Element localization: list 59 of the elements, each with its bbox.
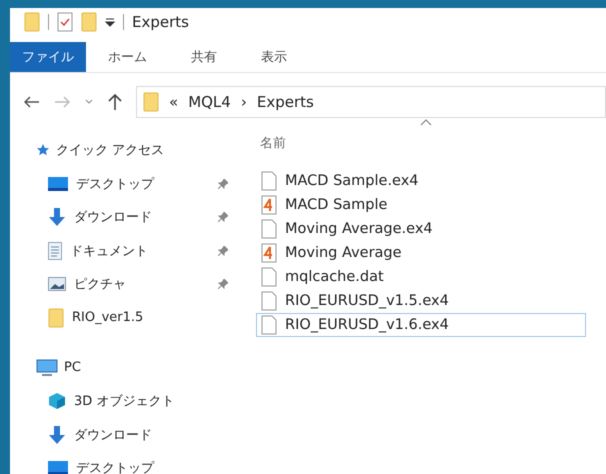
- picture-icon: [48, 277, 66, 292]
- folder-icon: [143, 92, 159, 112]
- folder-icon: [48, 308, 64, 328]
- nav-item[interactable]: RIO_ver1.5: [36, 301, 240, 334]
- monitor-icon: [48, 461, 68, 474]
- file-row[interactable]: mqlcache.dat: [256, 265, 586, 289]
- forward-icon[interactable]: [54, 96, 70, 108]
- down-arrow-icon: [48, 208, 66, 226]
- file-row[interactable]: Moving Average.ex4: [256, 217, 586, 241]
- back-icon[interactable]: [24, 96, 40, 108]
- folder-icon: [81, 12, 97, 32]
- ribbon-tab[interactable]: ホーム: [86, 42, 169, 72]
- file-icon: [261, 267, 277, 287]
- nav-item[interactable]: ドキュメント: [36, 234, 240, 268]
- file-icon: [261, 171, 277, 191]
- dropdown-icon[interactable]: [105, 17, 115, 27]
- breadcrumb[interactable]: «: [169, 93, 178, 111]
- checklist-icon[interactable]: [57, 12, 73, 32]
- file-icon: [261, 291, 277, 311]
- pin-icon[interactable]: [218, 212, 228, 222]
- nav-item[interactable]: クイック アクセス: [36, 137, 240, 163]
- column-header[interactable]: 名前: [256, 131, 606, 155]
- nav-item[interactable]: PC: [36, 354, 240, 380]
- file-row[interactable]: MACD Sample.ex4: [256, 169, 586, 193]
- pin-icon[interactable]: [218, 246, 228, 256]
- nav-item[interactable]: ダウンロード: [36, 200, 240, 234]
- file-row[interactable]: RIO_EURUSD_v1.5.ex4: [256, 289, 586, 313]
- breadcrumb[interactable]: Experts: [256, 93, 314, 111]
- ribbon-tab[interactable]: 共有: [169, 42, 239, 72]
- file-row[interactable]: MACD Sample: [256, 193, 586, 217]
- nav-item[interactable]: ピクチャ: [36, 268, 240, 301]
- star-icon: [36, 143, 50, 157]
- up-arrow-icon[interactable]: [108, 94, 122, 110]
- nav-item[interactable]: 3D オブジェクト: [36, 384, 240, 418]
- nav-item[interactable]: デスクトップ: [36, 452, 240, 474]
- window-title: Experts: [132, 13, 189, 31]
- source-file-icon: [261, 243, 277, 263]
- cube-icon: [48, 392, 66, 410]
- file-row[interactable]: Moving Average: [256, 241, 586, 265]
- nav-item[interactable]: ダウンロード: [36, 418, 240, 452]
- down-arrow-icon: [48, 426, 66, 444]
- computer-icon: [36, 358, 58, 376]
- monitor-icon: [48, 176, 68, 191]
- address-bar[interactable]: « MQL4 › Experts: [136, 86, 606, 118]
- chevron-down-icon[interactable]: [84, 98, 94, 106]
- ribbon-tab[interactable]: ファイル: [10, 42, 86, 72]
- file-icon: [261, 219, 277, 239]
- file-icon: [261, 315, 277, 335]
- breadcrumb[interactable]: MQL4: [188, 93, 231, 111]
- file-row[interactable]: RIO_EURUSD_v1.6.ex4: [256, 313, 586, 337]
- breadcrumb[interactable]: ›: [240, 93, 247, 111]
- folder-icon: [24, 12, 40, 32]
- pin-icon[interactable]: [218, 178, 228, 189]
- sort-caret-icon: [420, 119, 432, 126]
- ribbon-tab[interactable]: 表示: [239, 42, 309, 72]
- source-file-icon: [261, 195, 277, 215]
- nav-item[interactable]: デスクトップ: [36, 167, 240, 200]
- document-icon: [48, 242, 62, 260]
- pin-icon[interactable]: [218, 279, 228, 290]
